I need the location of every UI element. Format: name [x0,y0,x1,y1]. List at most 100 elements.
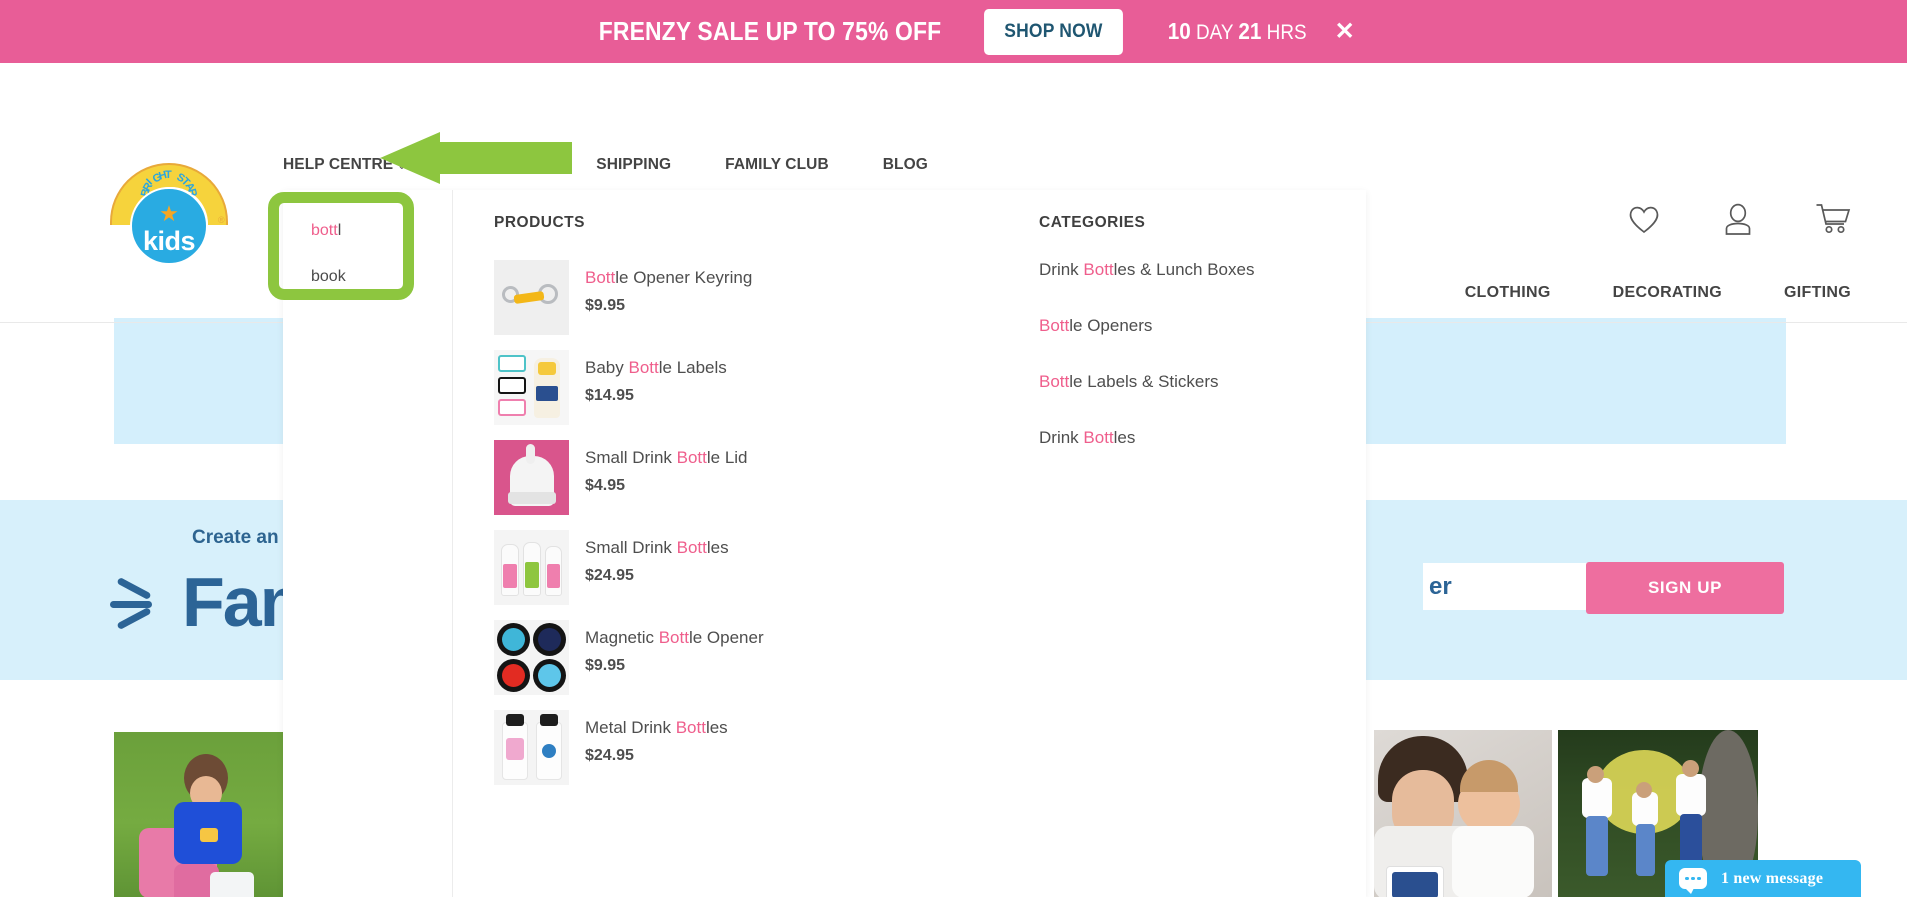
family-club-subtitle: Create an [192,527,279,548]
baby-bottle-labels-thumb [494,350,569,425]
matched-term: Bott [1083,260,1114,279]
magnet-opener-thumb [494,620,569,695]
search-suggestions-dropdown: bottl book PRODUCTS Bottle Opener Keyring… [283,190,1366,897]
mainnav-item-gifting[interactable]: GIFTING [1784,284,1851,302]
topnav-item-family-club[interactable]: FAMILY CLUB [725,156,829,174]
matched-term: Bott [585,268,616,287]
sign-up-button[interactable]: SIGN UP [1586,562,1784,614]
matched-term: Bott [628,358,659,377]
product-price: $9.95 [585,657,626,675]
product-result-row[interactable]: Magnetic Bottle Opener $9.95 [494,620,995,710]
matched-term: Bott [676,538,707,557]
countdown-days-label: DAY [1196,21,1234,44]
text-prefix: Drink [1039,428,1084,447]
product-result-row[interactable]: Small Drink Bottle Lid $4.95 [494,440,995,530]
star-icon: ★ [159,201,179,226]
products-column: PRODUCTS Bottle Opener Keyring $9.95 Bab… [453,190,995,897]
categories-heading: CATEGORIES [1039,214,1146,231]
brand-logo[interactable]: BRIGHT STAR ★ kids ® [110,163,228,268]
text-suffix: les [1113,428,1136,447]
matched-term: Bott [1083,428,1114,447]
chat-widget[interactable]: 1 new message [1665,860,1861,897]
matched-term: Bott [675,718,706,737]
mainnav-item-decorating[interactable]: DECORATING [1613,284,1722,302]
shop-now-button[interactable]: SHOP NOW [983,8,1123,55]
chat-widget-label: 1 new message [1721,869,1824,887]
logo-arch-letter: T [165,169,172,181]
suggestion-item-0[interactable]: bottl [283,208,452,254]
category-result-row[interactable]: Bottle Openers [1039,316,1366,336]
matched-term: Bott [658,628,689,647]
product-name: Magnetic Bottle Opener [585,627,764,648]
annotation-arrow [380,132,572,184]
products-heading: PRODUCTS [494,214,585,231]
metal-bottles-thumb [494,710,569,785]
keyring-thumb [494,260,569,335]
product-name: Baby Bottle Labels [585,357,727,378]
matched-term: bott [311,222,338,239]
product-result-row[interactable]: Baby Bottle Labels $14.95 [494,350,995,440]
text-suffix: l [337,222,342,239]
text-prefix: Metal Drink [585,718,676,737]
chat-bubble-icon [1679,868,1707,894]
product-price: $24.95 [585,567,634,585]
text-suffix: le Labels & Stickers [1069,372,1219,391]
product-price: $4.95 [585,477,626,495]
product-result-row[interactable]: Bottle Opener Keyring $9.95 [494,260,995,350]
text-suffix: le Opener Keyring [615,268,753,287]
text-suffix: le Opener [688,628,764,647]
text-suffix: le Lid [706,448,748,467]
photo-dad-and-baby [1374,730,1552,897]
promo-countdown: 10 DAY 21 HRS [1168,18,1307,45]
matched-term: Bott [1039,372,1070,391]
logo-circle: ★ kids [130,187,208,265]
text-suffix: les & Lunch Boxes [1113,260,1255,279]
text-prefix: Small Drink [585,538,677,557]
text-prefix: Small Drink [585,448,677,467]
product-price: $14.95 [585,387,634,405]
text-suffix: book [311,268,346,285]
signup-email-field[interactable]: er [1423,563,1606,610]
product-result-row[interactable]: Metal Drink Bottles $24.95 [494,710,995,800]
product-price: $9.95 [585,297,626,315]
text-suffix: les [705,718,728,737]
account-person-icon[interactable] [1723,203,1753,240]
product-name: Small Drink Bottles [585,537,729,558]
category-result-row[interactable]: Drink Bottles & Lunch Boxes [1039,260,1366,280]
topnav-item-shipping[interactable]: SHIPPING [596,156,671,174]
suggestion-item-1[interactable]: book [283,254,452,300]
promo-headline: FRENZY SALE UP TO 75% OFF [598,16,942,46]
photo-girl-with-backpack [114,732,289,897]
product-name: Metal Drink Bottles [585,717,728,738]
burst-icon [110,571,172,633]
promo-banner: FRENZY SALE UP TO 75% OFF SHOP NOW 10 DA… [0,0,1907,63]
category-result-row[interactable]: Drink Bottles [1039,428,1366,448]
matched-term: Bott [1039,316,1070,335]
categories-column: CATEGORIES Drink Bottles & Lunch Boxes Bo… [995,190,1366,897]
product-price: $24.95 [585,747,634,765]
countdown-hours-label: HRS [1267,21,1307,44]
bottle-lid-thumb [494,440,569,515]
text-suffix: le Openers [1069,316,1153,335]
text-prefix: Baby [585,358,629,377]
small-bottles-thumb [494,530,569,605]
cart-icon[interactable] [1815,203,1851,240]
countdown-days: 10 [1168,18,1192,44]
text-suffix: les [706,538,729,557]
logo-word: kids [142,226,196,256]
logo-registered-mark: ® [218,215,225,225]
header-icon-group [1627,203,1851,240]
text-prefix: Drink [1039,260,1084,279]
countdown-hours: 21 [1238,18,1262,44]
text-suffix: le Labels [658,358,727,377]
close-promo-icon[interactable]: ✕ [1335,19,1355,44]
topnav-item-blog[interactable]: BLOG [883,156,928,174]
product-name: Small Drink Bottle Lid [585,447,748,468]
category-result-row[interactable]: Bottle Labels & Stickers [1039,372,1366,392]
matched-term: Bott [676,448,707,467]
text-prefix: Magnetic [585,628,659,647]
suggestion-column: bottl book [283,190,453,897]
mainnav-item-clothing[interactable]: CLOTHING [1465,284,1551,302]
product-result-row[interactable]: Small Drink Bottles $24.95 [494,530,995,620]
wishlist-heart-icon[interactable] [1627,204,1661,240]
